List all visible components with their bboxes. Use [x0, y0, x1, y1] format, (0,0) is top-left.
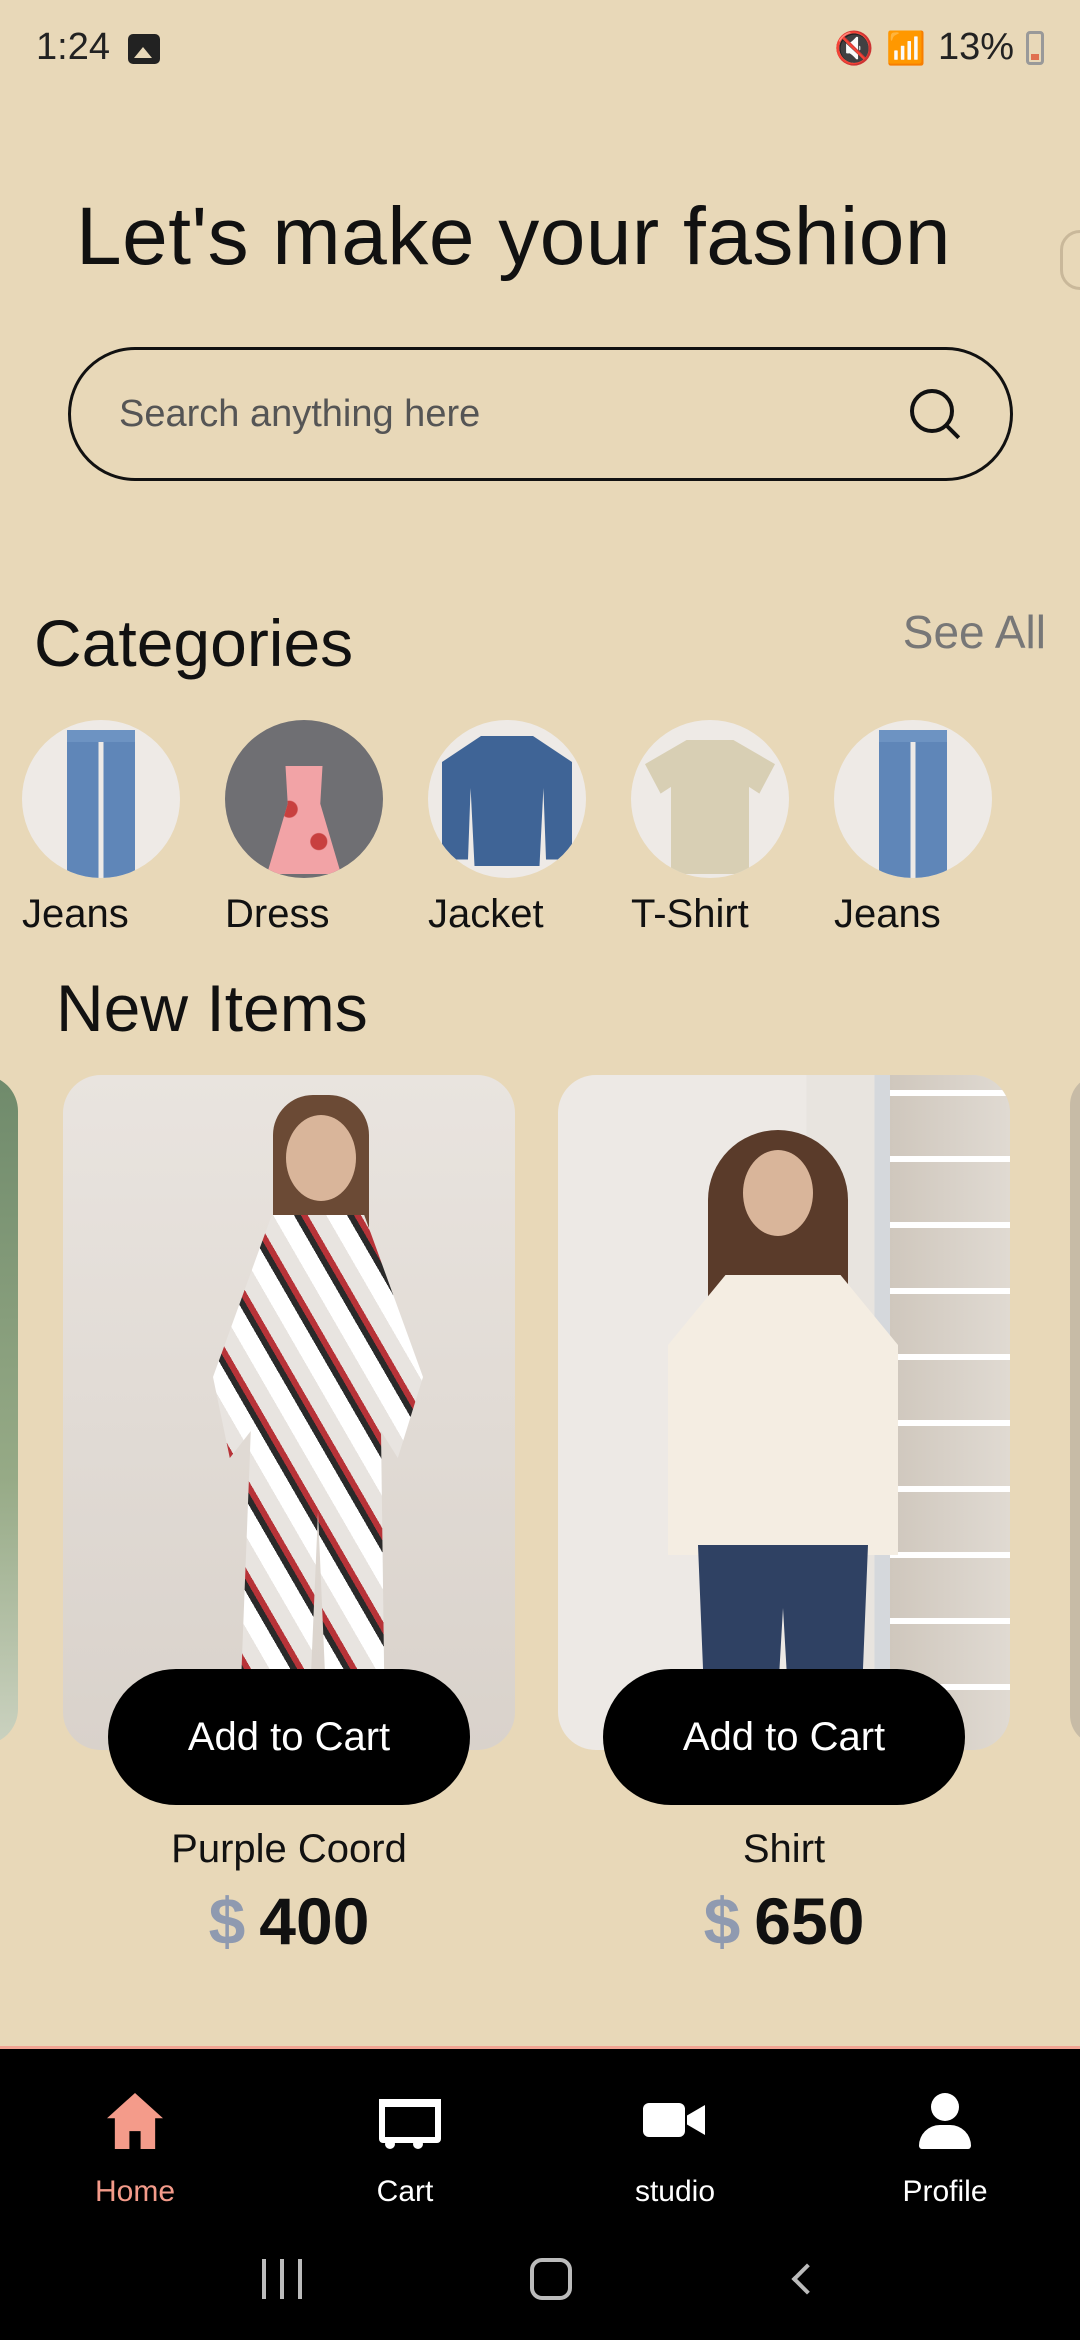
new-items-title: New Items — [56, 971, 368, 1045]
tshirt-image — [631, 720, 789, 878]
jeans-image — [22, 720, 180, 878]
nav-label: Home — [94, 2175, 176, 2208]
search-icon[interactable] — [908, 387, 962, 441]
nav-label: Profile — [902, 2175, 988, 2208]
currency-symbol: $ — [208, 1884, 246, 1958]
categories-list: Jeans Dress Jacket T-Shirt Jeans — [22, 720, 992, 937]
nav-label: studio — [634, 2175, 716, 2208]
model-head — [286, 1115, 356, 1201]
search-input[interactable]: Search anything here — [68, 347, 1013, 481]
product-card[interactable]: Add to Cart Shirt $650 — [558, 1075, 1010, 1958]
product-image[interactable] — [63, 1075, 515, 1750]
system-nav-bar — [0, 2229, 1080, 2329]
product-card-peek-left[interactable] — [0, 1075, 18, 1745]
category-label: Dress — [225, 892, 330, 936]
home-button-icon[interactable] — [530, 2258, 572, 2300]
nav-item-profile[interactable]: Profile — [810, 2049, 1080, 2219]
category-label: T-Shirt — [631, 892, 749, 936]
jeans-image — [834, 720, 992, 878]
profile-icon — [913, 2089, 977, 2153]
currency-symbol: $ — [703, 1884, 741, 1958]
add-to-cart-button[interactable]: Add to Cart — [603, 1669, 965, 1805]
status-icons: 🔇 📶 13% — [834, 26, 1044, 69]
add-to-cart-button[interactable]: Add to Cart — [108, 1669, 470, 1805]
product-name: Shirt — [742, 1827, 826, 1871]
category-label: Jacket — [428, 892, 544, 936]
video-icon — [643, 2089, 707, 2153]
search-placeholder: Search anything here — [119, 392, 481, 435]
jacket-image — [428, 720, 586, 878]
category-item-jeans-2[interactable]: Jeans — [834, 720, 992, 937]
product-card-peek-right[interactable] — [1070, 1075, 1080, 1745]
battery-percent: 13% — [937, 26, 1014, 68]
mute-icon: 🔇 — [834, 29, 875, 66]
nav-label: Cart — [376, 2175, 434, 2208]
battery-icon — [1026, 30, 1044, 65]
status-bar: 1:24 🔇 📶 13% — [0, 0, 1080, 100]
category-item-dress[interactable]: Dress — [225, 720, 383, 937]
category-label: Jeans — [834, 892, 941, 936]
product-carousel[interactable]: Add to Cart Purple Coord $400 Add to Car… — [0, 1075, 1080, 1975]
model-head — [743, 1150, 813, 1236]
bottom-nav: Home Cart studio Profile — [0, 2046, 1080, 2340]
product-image[interactable] — [558, 1075, 1010, 1750]
home-icon — [103, 2089, 167, 2153]
nav-item-studio[interactable]: studio — [540, 2049, 810, 2219]
model-shirt — [668, 1275, 898, 1555]
back-icon[interactable] — [791, 2263, 823, 2295]
product-name: Purple Coord — [171, 1827, 407, 1871]
category-item-tshirt[interactable]: T-Shirt — [631, 720, 789, 937]
background-window — [890, 1075, 1010, 1750]
price-value: 400 — [259, 1884, 370, 1958]
categories-title: Categories — [34, 606, 354, 680]
product-price: $400 — [63, 1883, 515, 1959]
status-time: 1:24 — [36, 26, 110, 68]
nav-item-cart[interactable]: Cart — [270, 2049, 540, 2219]
product-price: $650 — [558, 1883, 1010, 1959]
wifi-icon: 📶 — [886, 29, 926, 66]
page-title: Let's make your fashion — [76, 191, 951, 282]
gallery-icon — [128, 34, 160, 64]
category-item-jacket[interactable]: Jacket — [428, 720, 586, 937]
category-label: Jeans — [22, 892, 129, 936]
product-card[interactable]: Add to Cart Purple Coord $400 — [63, 1075, 515, 1958]
nav-item-home[interactable]: Home — [0, 2049, 270, 2219]
dress-image — [225, 720, 383, 878]
edge-indicator — [1060, 230, 1080, 290]
category-item-jeans[interactable]: Jeans — [22, 720, 180, 937]
price-value: 650 — [754, 1884, 865, 1958]
see-all-link[interactable]: See All — [903, 605, 1046, 659]
recent-apps-icon[interactable] — [262, 2259, 306, 2299]
cart-icon — [373, 2089, 441, 2153]
